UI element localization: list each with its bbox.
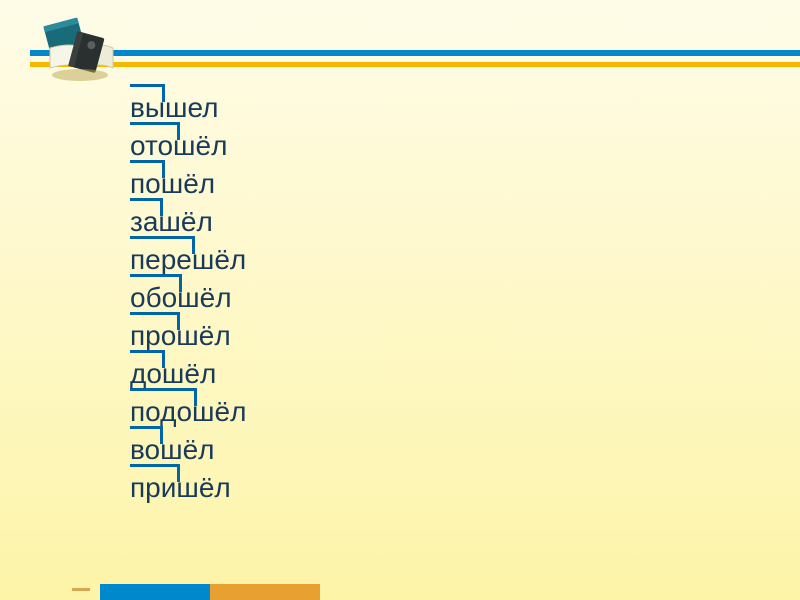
prefix-mark xyxy=(130,464,180,482)
prefix-mark xyxy=(130,122,180,140)
word-item: пришёл xyxy=(130,470,246,507)
prefix-mark xyxy=(130,426,163,444)
left-tick-accent xyxy=(72,588,90,591)
prefix-mark xyxy=(130,388,197,406)
bottom-accent xyxy=(100,584,320,600)
prefix-mark xyxy=(130,236,195,254)
prefix-mark xyxy=(130,312,180,330)
prefix-mark xyxy=(130,84,165,102)
prefix-mark xyxy=(130,160,165,178)
books-icon xyxy=(35,10,120,85)
bottom-accent-orange xyxy=(210,584,320,600)
top-border-yellow xyxy=(30,62,800,67)
word-list: вышелотошёлпошёлзашёлперешёлобошёлпрошёл… xyxy=(130,90,246,508)
bottom-accent-blue xyxy=(100,584,210,600)
prefix-mark xyxy=(130,350,165,368)
top-border-blue xyxy=(30,50,800,56)
prefix-mark xyxy=(130,198,163,216)
prefix-mark xyxy=(130,274,182,292)
